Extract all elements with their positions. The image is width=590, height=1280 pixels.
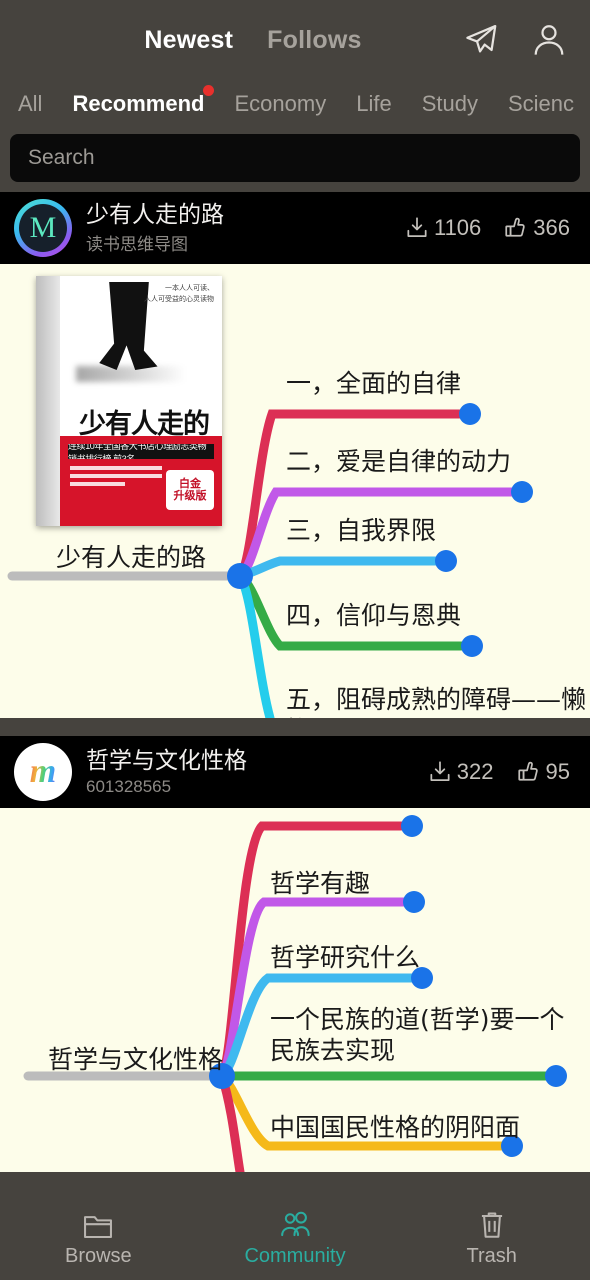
- avatar-inner: M: [19, 204, 67, 252]
- mindmap-links: [7, 403, 533, 718]
- download-count: 322: [456, 759, 494, 784]
- feed-card-1[interactable]: M 少有人走的路 读书思维导图 1106 366 一本人人可读、 人人可受益的心…: [0, 192, 590, 718]
- nav-item-browse[interactable]: Browse: [0, 1210, 197, 1268]
- top-bar-actions: [462, 21, 568, 59]
- branch-node-0: [401, 815, 423, 837]
- paper-plane-icon[interactable]: [462, 21, 500, 59]
- like-stat[interactable]: 95: [516, 759, 570, 785]
- people-icon: [281, 1211, 310, 1237]
- top-bar: Newest Follows: [0, 0, 590, 80]
- tab-life[interactable]: Life: [356, 91, 391, 117]
- root-node: [227, 563, 253, 589]
- card-separator: [0, 718, 590, 736]
- tab-science[interactable]: Scienc: [508, 91, 574, 117]
- mindmap-root-label: 少有人走的路: [56, 543, 207, 572]
- branch-node-4: [461, 635, 483, 657]
- tab-recommend-label: Recommend: [72, 91, 205, 116]
- card-2-header[interactable]: m 哲学与文化性格 601328565 322 95: [0, 736, 590, 808]
- tab-all-label: All: [18, 91, 43, 116]
- avatar[interactable]: M: [14, 199, 72, 257]
- feed-segment-control: Newest Follows: [44, 26, 462, 55]
- like-stat[interactable]: 366: [503, 215, 570, 241]
- like-count: 95: [545, 759, 570, 784]
- mindmap-branch-label-5: 五，阻碍成熟的障碍——懒惰: [286, 685, 587, 718]
- tab-economy-label: Economy: [234, 91, 327, 116]
- tab-study-label: Study: [421, 91, 478, 116]
- branch-node-3: [545, 1065, 567, 1087]
- search-bar[interactable]: [10, 134, 580, 182]
- card-title: 少有人走的路: [86, 200, 224, 227]
- tab-economy[interactable]: Economy: [235, 91, 327, 117]
- card-1-mindmap[interactable]: 一本人人可读、人人可受益的心灵读物 少有人走的路 心智成熟的旅程 连续10年全国…: [0, 264, 590, 718]
- mindmap-branch-label-2: 哲学研究什么: [270, 943, 421, 972]
- download-stat[interactable]: 322: [427, 759, 494, 785]
- mindmap-branch-label-3: 三，自我界限: [286, 516, 437, 545]
- avatar-glyph: M: [29, 211, 57, 244]
- card-1-meta: 少有人走的路 读书思维导图: [86, 201, 404, 255]
- tab-study[interactable]: Study: [422, 91, 478, 117]
- person-icon[interactable]: [530, 21, 568, 59]
- card-1-stats: 1106 366: [404, 215, 570, 241]
- branch-node-1: [403, 891, 425, 913]
- card-2-meta: 哲学与文化性格 601328565: [86, 747, 427, 796]
- card-2-mindmap[interactable]: 哲学与文化性格 哲学有趣 哲学研究什么 一个民族的道(哲学)要一个 民族去实现 …: [0, 808, 590, 1172]
- tab-life-label: Life: [356, 91, 392, 116]
- avatar-glyph: m: [29, 753, 57, 790]
- mindmap-root-label: 哲学与文化性格: [48, 1045, 224, 1074]
- download-icon: [430, 761, 450, 781]
- download-icon: [407, 217, 427, 237]
- tab-recommend-badge-dot: [202, 85, 214, 96]
- nav-item-community[interactable]: Community: [197, 1210, 394, 1268]
- mindmap-branch-label-1: 哲学有趣: [270, 869, 371, 898]
- nav-label-trash: Trash: [466, 1245, 517, 1267]
- category-tab-bar[interactable]: All Recommend Economy Life Study Scienc: [0, 80, 590, 128]
- card-subtitle: 601328565: [86, 776, 172, 796]
- thumbs-up-icon: [505, 217, 526, 237]
- trash-icon: [481, 1212, 502, 1238]
- download-stat[interactable]: 1106: [404, 215, 481, 241]
- search-input[interactable]: [28, 146, 562, 170]
- mindmap-branch-label-2: 二，爱是自律的动力: [286, 447, 512, 476]
- card-title: 哲学与文化性格: [86, 747, 247, 774]
- nav-label-community: Community: [244, 1245, 346, 1267]
- branch-line-3: [235, 556, 451, 581]
- mindmap-branch-label-4: 中国国民性格的阴阳面: [270, 1113, 521, 1142]
- folder-icon: [84, 1216, 113, 1239]
- like-count: 366: [533, 215, 570, 240]
- bottom-navigation-bar: Browse Community Trash: [0, 1198, 590, 1280]
- segment-follows[interactable]: Follows: [267, 26, 361, 55]
- avatar[interactable]: m: [14, 743, 72, 801]
- segment-newest[interactable]: Newest: [144, 26, 233, 55]
- card-subtitle: 读书思维导图: [86, 235, 188, 255]
- thumbs-up-icon: [517, 761, 538, 781]
- branch-node-2: [511, 481, 533, 503]
- mindmap-branch-label-1: 一，全面的自律: [286, 369, 462, 398]
- tab-recommend[interactable]: Recommend: [72, 85, 214, 117]
- mindmap-branch-label-4: 四，信仰与恩典: [286, 601, 462, 630]
- nav-item-trash[interactable]: Trash: [393, 1210, 590, 1268]
- tab-all[interactable]: All: [18, 91, 42, 117]
- app-screen: Newest Follows All Recommend Economy Lif…: [0, 0, 590, 1280]
- search-container: [0, 128, 590, 192]
- card-1-header[interactable]: M 少有人走的路 读书思维导图 1106 366: [0, 192, 590, 264]
- tab-science-label: Scienc: [507, 91, 575, 116]
- card-2-stats: 322 95: [427, 759, 570, 785]
- branch-node-1: [459, 403, 481, 425]
- mindmap-branch-label-3: 一个民族的道(哲学)要一个 民族去实现: [270, 1005, 565, 1066]
- download-count: 1106: [433, 215, 482, 240]
- branch-node-3: [435, 550, 457, 572]
- feed-card-2[interactable]: m 哲学与文化性格 601328565 322 95 哲学与文化性格 哲学有趣 …: [0, 736, 590, 1172]
- nav-label-browse: Browse: [64, 1245, 132, 1267]
